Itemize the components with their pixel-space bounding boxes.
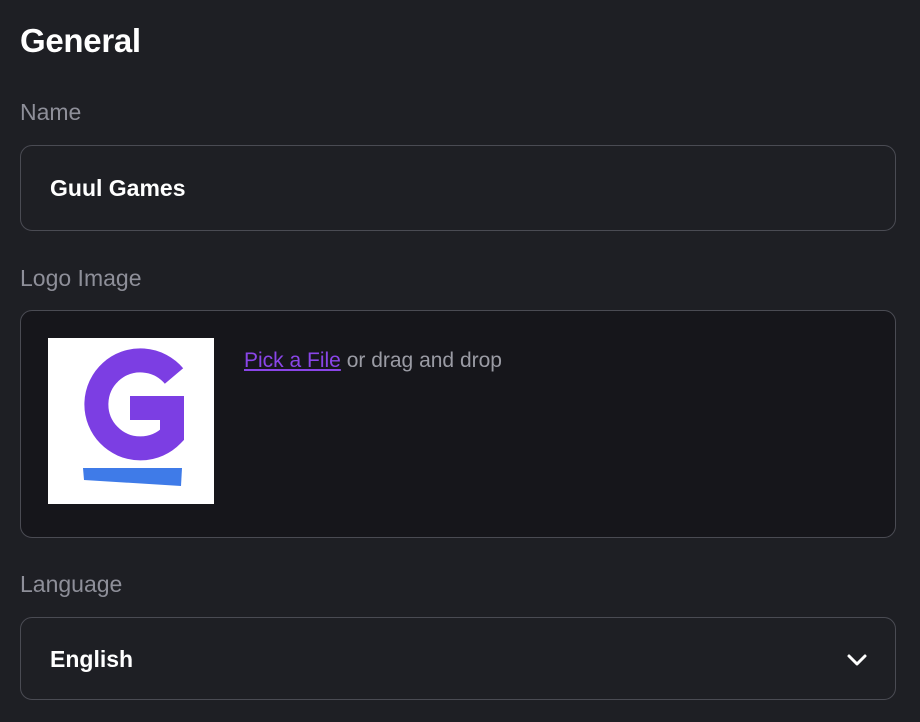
name-label: Name <box>20 99 82 125</box>
logo-dropzone[interactable]: Pick a File or drag and drop <box>20 310 896 538</box>
general-settings-panel: General Name Logo Image Pick a File or d… <box>0 0 920 722</box>
logo-preview-image <box>48 338 214 504</box>
language-select[interactable]: English <box>20 617 896 700</box>
chevron-down-icon <box>847 654 867 666</box>
language-selected-value: English <box>50 646 134 672</box>
logo-image-label: Logo Image <box>20 265 142 291</box>
pick-file-link[interactable]: Pick a File <box>244 349 341 372</box>
dropzone-text: Pick a File or drag and drop <box>244 349 502 373</box>
guul-logo-icon <box>83 348 184 486</box>
drag-drop-hint: or drag and drop <box>340 349 502 372</box>
name-input[interactable] <box>20 145 896 231</box>
language-label: Language <box>20 571 123 597</box>
section-title: General <box>20 22 141 59</box>
